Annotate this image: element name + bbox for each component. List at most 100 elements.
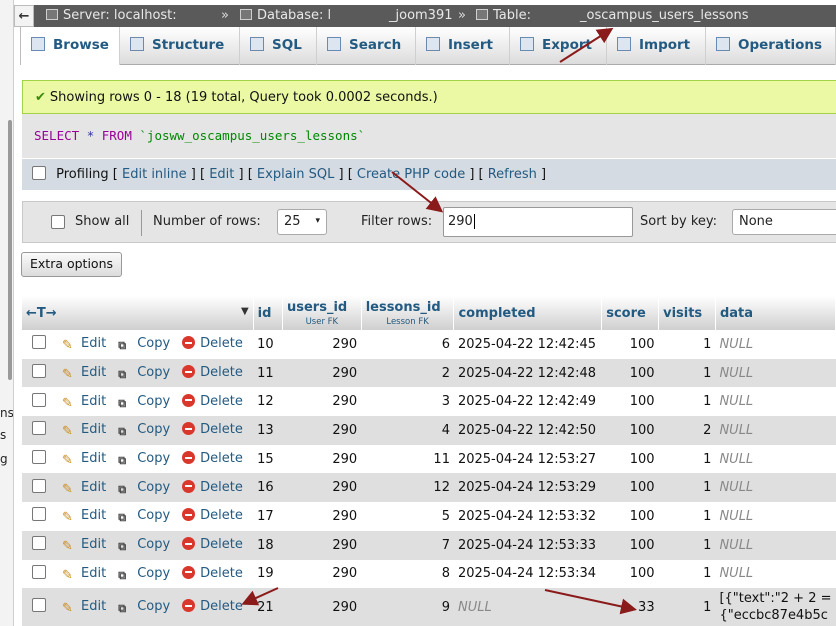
cell-completed[interactable]: 2025-04-22 12:42:45 (453, 330, 602, 359)
copy-row-link[interactable]: ⧉ Copy (118, 508, 170, 524)
cell-score[interactable]: 100 (601, 502, 659, 531)
collapse-nav-button[interactable]: ← (14, 5, 34, 27)
cell-lessons-id[interactable]: 4 (361, 416, 454, 445)
cell-id[interactable]: 21 (253, 588, 283, 626)
cell-lessons-id[interactable]: 12 (361, 473, 454, 503)
edit-row-link[interactable]: ✎ Edit (62, 599, 106, 616)
delete-row-link[interactable]: Delete (182, 365, 243, 380)
copy-row-link[interactable]: ⧉ Copy (118, 451, 170, 467)
cell-id[interactable]: 19 (253, 559, 283, 589)
cell-lessons-id[interactable]: 6 (361, 330, 454, 359)
column-header-score[interactable]: score (601, 296, 660, 330)
cell-data[interactable]: NULL (715, 444, 836, 474)
cell-lessons-id[interactable]: 3 (361, 387, 454, 417)
cell-visits[interactable]: 2 (658, 416, 716, 445)
copy-row-link[interactable]: ⧉ Copy (118, 599, 170, 615)
cell-data[interactable]: NULL (715, 473, 836, 503)
row-checkbox[interactable] (32, 536, 46, 551)
copy-row-link[interactable]: ⧉ Copy (118, 365, 170, 381)
row-checkbox[interactable] (32, 335, 46, 350)
row-checkbox[interactable] (32, 478, 46, 493)
cell-data[interactable]: NULL (715, 559, 836, 589)
column-header-users-id[interactable]: users_id User FK (282, 296, 362, 330)
cell-id[interactable]: 13 (253, 416, 283, 445)
edit-row-link[interactable]: ✎ Edit (62, 336, 106, 353)
cell-data[interactable]: NULL (715, 387, 836, 417)
cell-id[interactable]: 12 (253, 387, 283, 417)
cell-score[interactable]: 33 (601, 588, 659, 626)
refresh-link[interactable]: Refresh (488, 167, 537, 182)
explain-sql-link[interactable]: Explain SQL (257, 167, 334, 182)
sort-triangle-icon[interactable]: ▼ (241, 306, 249, 317)
edit-link[interactable]: Edit (209, 167, 234, 182)
cell-users-id[interactable]: 290 (282, 502, 362, 531)
cell-users-id[interactable]: 290 (282, 530, 362, 560)
column-header-data[interactable]: data (715, 296, 836, 330)
tab-browse[interactable]: Browse (20, 27, 120, 65)
cell-lessons-id[interactable]: 9 (361, 588, 454, 626)
create-php-code-link[interactable]: Create PHP code (357, 167, 465, 182)
cell-visits[interactable]: 1 (658, 588, 716, 626)
column-header-completed[interactable]: completed (453, 296, 603, 330)
cell-id[interactable]: 17 (253, 502, 283, 531)
edit-row-link[interactable]: ✎ Edit (62, 394, 106, 411)
delete-row-link[interactable]: Delete (182, 451, 243, 466)
delete-row-link[interactable]: Delete (182, 565, 243, 581)
cell-score[interactable]: 100 (601, 473, 659, 503)
cell-visits[interactable]: 1 (658, 473, 716, 503)
delete-row-link[interactable]: Delete (182, 422, 243, 437)
cell-lessons-id[interactable]: 7 (361, 530, 454, 560)
cell-data[interactable]: [{"text":"2 + 2 = {"eccbc87e4b5c (715, 588, 836, 626)
cell-score[interactable]: 100 (601, 530, 659, 560)
cell-visits[interactable]: 1 (658, 530, 716, 560)
column-header-id[interactable]: id (253, 296, 283, 330)
row-checkbox[interactable] (32, 564, 46, 579)
extra-options-button[interactable]: Extra options (21, 252, 123, 277)
edit-row-link[interactable]: ✎ Edit (62, 422, 106, 439)
cell-score[interactable]: 100 (601, 416, 659, 445)
cell-completed[interactable]: 2025-04-24 12:53:33 (453, 530, 602, 560)
delete-row-link[interactable]: Delete (182, 393, 243, 409)
cell-users-id[interactable]: 290 (282, 473, 362, 503)
cell-score[interactable]: 100 (601, 444, 659, 474)
copy-row-link[interactable]: ⧉ Copy (118, 566, 170, 582)
left-nav-scrollbar[interactable] (8, 120, 12, 380)
profiling-checkbox[interactable] (32, 166, 46, 180)
cell-users-id[interactable]: 290 (282, 588, 362, 626)
row-checkbox[interactable] (32, 507, 46, 522)
cell-score[interactable]: 100 (601, 387, 659, 417)
delete-row-link[interactable]: Delete (182, 508, 243, 523)
edit-row-link[interactable]: ✎ Edit (62, 451, 106, 468)
cell-users-id[interactable]: 290 (282, 416, 362, 445)
cell-completed[interactable]: 2025-04-22 12:42:50 (453, 416, 602, 445)
delete-row-link[interactable]: Delete (182, 336, 243, 351)
tab-search[interactable]: Search (317, 27, 416, 65)
row-checkbox[interactable] (32, 421, 46, 436)
cell-users-id[interactable]: 290 (282, 358, 362, 388)
copy-row-link[interactable]: ⧉ Copy (118, 480, 170, 496)
copy-row-link[interactable]: ⧉ Copy (118, 336, 170, 352)
tab-sql[interactable]: SQL (240, 27, 317, 65)
cell-lessons-id[interactable]: 8 (361, 559, 454, 589)
cell-data[interactable]: NULL (715, 502, 836, 531)
cell-id[interactable]: 15 (253, 444, 283, 474)
copy-row-link[interactable]: ⧉ Copy (118, 422, 170, 438)
cell-visits[interactable]: 1 (658, 358, 716, 388)
edit-row-link[interactable]: ✎ Edit (62, 566, 106, 583)
show-all-checkbox[interactable] (51, 215, 65, 229)
cell-visits[interactable]: 1 (658, 444, 716, 474)
cell-completed[interactable]: NULL (453, 588, 602, 626)
sort-by-key-select[interactable]: None (732, 209, 836, 235)
cell-completed[interactable]: 2025-04-22 12:42:48 (453, 358, 602, 388)
cell-id[interactable]: 10 (253, 330, 283, 359)
edit-row-link[interactable]: ✎ Edit (62, 365, 106, 382)
cell-lessons-id[interactable]: 2 (361, 358, 454, 388)
cell-data[interactable]: NULL (715, 416, 836, 445)
cell-visits[interactable]: 1 (658, 502, 716, 531)
tab-structure[interactable]: Structure (120, 27, 240, 65)
copy-row-link[interactable]: ⧉ Copy (118, 394, 170, 410)
cell-visits[interactable]: 1 (658, 387, 716, 417)
cell-completed[interactable]: 2025-04-24 12:53:34 (453, 559, 602, 589)
cell-users-id[interactable]: 290 (282, 559, 362, 589)
cell-visits[interactable]: 1 (658, 559, 716, 589)
